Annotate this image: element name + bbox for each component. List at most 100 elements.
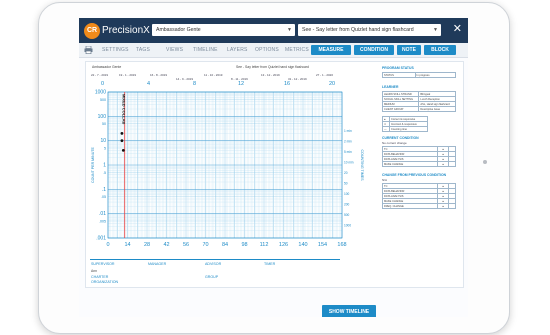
y-tick-label: 5 <box>104 146 106 150</box>
x-tick-label: 154 <box>318 242 327 248</box>
y-tick-label: 50 <box>102 122 106 126</box>
current-condition-table: TC ● DATA BEHAVIOR ● DATA ANALYSIS ● MAKE C… <box>381 146 457 167</box>
current-condition-title: CURRENT CONDITION <box>382 136 419 140</box>
side-panel: PROGRAM STATUS STATUS In progress LEARNER… <box>381 66 458 256</box>
footer-label-timer: TIMER <box>264 262 276 266</box>
week-mark: 0 <box>101 81 105 87</box>
y-tick-label: 1 <box>103 163 106 169</box>
change-from-previous-subtitle: N/A <box>382 178 388 182</box>
y-tick-label: .5 <box>103 171 106 175</box>
condition-button[interactable]: CONDITION <box>354 45 394 55</box>
footer-label-organization: ORGANIZATION <box>91 280 119 284</box>
date-label: 13 - 12 - 2019 <box>261 73 280 77</box>
celeration-chart-paper: Ambassador Gente See - Say letter from Q… <box>85 61 464 288</box>
x-tick-label: 98 <box>241 242 247 248</box>
date-label: 16 - 8 - 2019 <box>150 73 168 77</box>
right-tick-label: 200 <box>344 203 350 207</box>
block-button[interactable]: BLOCK <box>424 45 456 55</box>
right-tick-label: 1000 <box>344 224 351 228</box>
tablet-home-button <box>483 160 487 164</box>
date-label: 22 - 7 - 2019 <box>91 73 109 77</box>
x-tick-label: 168 <box>337 242 346 248</box>
y-tick-label: 100 <box>98 114 107 120</box>
week-mark: 12 <box>238 81 245 87</box>
learner-select[interactable]: Ambassador Gente ▼ <box>152 24 295 36</box>
nav-timeline[interactable]: TIMELINE <box>193 47 218 53</box>
show-timeline-button[interactable]: SHOW TIMELINE <box>322 305 376 317</box>
change-from-previous-table: TC ● DATA BEHAVIOR ● DATA ANALYSIS ● MAKE C… <box>381 183 457 209</box>
week-mark: 4 <box>147 81 151 87</box>
chart-learner-name: Ambassador Gente <box>92 65 122 69</box>
y-tick-label: .1 <box>102 187 106 193</box>
footer-label-group: GROUP <box>205 275 219 279</box>
top-bar: CR PrecisionX Ambassador Gente ▼ See - S… <box>79 18 468 43</box>
close-icon[interactable]: ✕ <box>453 23 462 35</box>
x-tick-label: 0 <box>106 242 109 248</box>
right-tick-label: 1 min <box>344 129 352 133</box>
legend-table: ● Correct & responsive ✕ Incorrect & respo… <box>382 116 428 132</box>
learner-panel-table: LEARN SKILL STRAND Bilingual SOCIAL SKILL… <box>381 91 456 112</box>
nav-settings[interactable]: SETTINGS <box>102 47 129 53</box>
note-button[interactable]: NOTE <box>397 45 421 55</box>
footer-label-charter: CHARTER <box>91 275 109 279</box>
nav-layers[interactable]: LAYERS <box>227 47 248 53</box>
right-tick-label: 500 <box>344 213 350 217</box>
chart-grid: 1000 500 100 50 10 5 1 .5 .1 .05 .01 .005 .0010 14 28 4… <box>91 90 364 249</box>
app-screen: CR PrecisionX Ambassador Gente ▼ See - S… <box>79 18 468 317</box>
celeration-chart[interactable]: 1000 500 100 50 10 5 1 .5 .1 .05 .01 .005 .0010 14 28 4… <box>86 88 368 256</box>
y-axis-title: COUNT PER MINUTE <box>91 146 95 182</box>
y-tick-label: .005 <box>99 219 106 223</box>
right-axis-title: COUNTING TIMES <box>360 149 364 181</box>
y-tick-label: .01 <box>99 211 106 217</box>
pinpoint-select-value: See - Say letter from Quizlet hand sign … <box>302 27 414 33</box>
x-tick-label: 70 <box>202 242 208 248</box>
x-tick-label: 140 <box>298 242 307 248</box>
nav-views[interactable]: VIEWS <box>166 47 183 53</box>
data-point <box>121 148 125 152</box>
footer-divider <box>90 259 340 260</box>
right-tick-label: 20 <box>344 171 348 175</box>
chevron-down-icon: ▼ <box>287 27 292 33</box>
nav-tags[interactable]: TAGS <box>136 47 150 53</box>
x-tick-label: 112 <box>260 242 269 248</box>
chart-pinpoint: See - Say letter from Quizlet hand sign … <box>236 65 309 69</box>
logo-icon: CR <box>84 23 100 39</box>
footer-label-advisor: ADVISOR <box>205 262 222 266</box>
x-tick-label: 14 <box>124 242 130 248</box>
learner-select-value: Ambassador Gente <box>156 27 201 33</box>
program-status-title: PROGRAM STATUS <box>382 66 414 70</box>
date-label: 11 - 10 - 2019 <box>204 73 223 77</box>
x-tick-label: 126 <box>279 242 288 248</box>
pinpoint-select[interactable]: See - Say letter from Quizlet hand sign … <box>298 24 441 36</box>
footer-label-supervisor: SUPERVISOR <box>91 262 115 266</box>
measure-button[interactable]: MEASURE <box>311 45 351 55</box>
y-tick-label: .05 <box>101 195 106 199</box>
x-tick-label: 84 <box>222 242 228 248</box>
y-tick-label: 500 <box>100 98 106 102</box>
nav-options[interactable]: OPTIONS <box>255 47 279 53</box>
program-status-table: STATUS In progress <box>382 72 457 78</box>
x-tick-label: 56 <box>183 242 189 248</box>
week-mark: 8 <box>193 81 197 87</box>
week-mark: 20 <box>329 81 336 87</box>
nav-metrics[interactable]: METRICS <box>285 47 309 53</box>
date-label: 27 - 1 - 2020 <box>316 73 334 77</box>
right-tick-label: 100 <box>344 192 350 196</box>
change-from-previous-title: CHANGE FROM PREVIOUS CONDITION <box>382 173 447 177</box>
x-tick-label: 28 <box>144 242 150 248</box>
x-tick-label: 42 <box>163 242 169 248</box>
right-tick-label: 10 min <box>344 161 354 165</box>
chart-annotation: MIXED COLLAB <box>122 94 127 125</box>
date-label: 31 - 12 - 2019 <box>288 77 307 81</box>
app-title: PrecisionX <box>102 25 150 36</box>
print-icon[interactable] <box>84 46 93 54</box>
y-tick-label: .001 <box>96 236 106 242</box>
learner-panel-title: LEARNER <box>382 85 399 89</box>
right-tick-label: 2 min <box>344 140 352 144</box>
footer-value-charter: Ann <box>91 269 98 273</box>
right-tick-label: 5 min <box>344 150 352 154</box>
toolbar: SETTINGS TAGS VIEWS TIMELINE LAYERS OPTI… <box>79 43 468 58</box>
footer-label-manager: MANAGER <box>148 262 167 266</box>
right-tick-label: 50 <box>344 182 348 186</box>
data-point <box>120 139 124 143</box>
